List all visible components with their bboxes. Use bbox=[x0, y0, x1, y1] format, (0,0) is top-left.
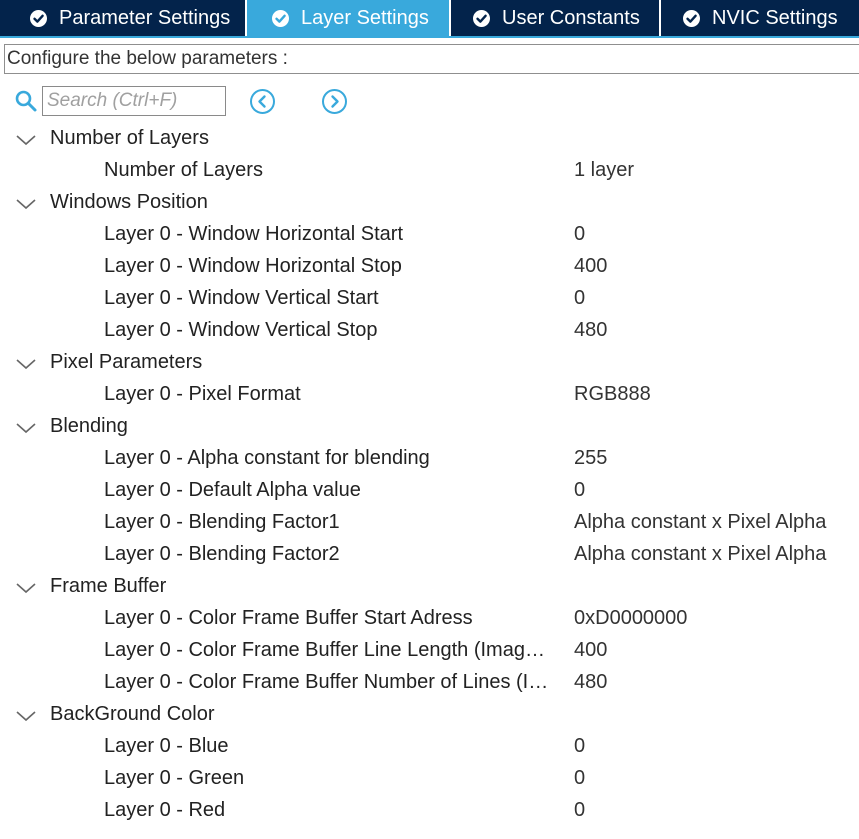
param-value[interactable]: 480 bbox=[574, 671, 607, 694]
check-circle-icon bbox=[473, 9, 490, 27]
param-row[interactable]: Layer 0 - Window Vertical Stop 480 bbox=[0, 315, 859, 347]
group-background-color[interactable]: BackGround Color bbox=[0, 699, 859, 731]
param-row[interactable]: Layer 0 - Red 0 bbox=[0, 795, 859, 827]
tab-layer-settings[interactable]: Layer Settings bbox=[247, 0, 449, 36]
param-value[interactable]: 1 layer bbox=[574, 159, 634, 182]
param-value[interactable]: 0 bbox=[574, 223, 585, 246]
group-pixel-parameters[interactable]: Pixel Parameters bbox=[0, 347, 859, 379]
chevron-down-icon[interactable] bbox=[15, 134, 37, 146]
param-value[interactable]: 0 bbox=[574, 479, 585, 502]
param-row[interactable]: Layer 0 - Alpha constant for blending 25… bbox=[0, 443, 859, 475]
param-row[interactable]: Layer 0 - Color Frame Buffer Line Length… bbox=[0, 635, 859, 667]
param-name: Layer 0 - Window Horizontal Start bbox=[104, 223, 404, 245]
param-name: Layer 0 - Window Vertical Stop bbox=[104, 319, 378, 341]
group-blending[interactable]: Blending bbox=[0, 411, 859, 443]
group-label: Windows Position bbox=[50, 191, 208, 213]
param-row[interactable]: Layer 0 - Color Frame Buffer Number of L… bbox=[0, 667, 859, 699]
config-header: Configure the below parameters : bbox=[4, 44, 859, 74]
param-row[interactable]: Layer 0 - Window Vertical Start 0 bbox=[0, 283, 859, 315]
tab-label: Parameter Settings bbox=[59, 6, 231, 29]
param-name: Layer 0 - Default Alpha value bbox=[104, 479, 361, 501]
group-label: Pixel Parameters bbox=[50, 351, 203, 373]
param-name: Layer 0 - Blending Factor1 bbox=[104, 511, 340, 533]
param-name: Layer 0 - Pixel Format bbox=[104, 383, 301, 405]
param-name: Layer 0 - Color Frame Buffer Number of L… bbox=[104, 671, 549, 693]
param-value[interactable]: 0 bbox=[574, 767, 585, 790]
param-row[interactable]: Layer 0 - Window Horizontal Stop 400 bbox=[0, 251, 859, 283]
param-value[interactable]: 255 bbox=[574, 447, 607, 470]
param-name: Layer 0 - Alpha constant for blending bbox=[104, 447, 430, 469]
chevron-down-icon[interactable] bbox=[15, 198, 37, 210]
chevron-down-icon[interactable] bbox=[15, 710, 37, 722]
tab-bar: Parameter Settings Layer Settings User C… bbox=[0, 0, 859, 38]
check-circle-icon bbox=[683, 9, 700, 27]
param-value[interactable]: 0xD0000000 bbox=[574, 607, 687, 630]
param-value[interactable]: 400 bbox=[574, 639, 607, 662]
tab-underline bbox=[0, 36, 859, 38]
group-label: Blending bbox=[50, 415, 128, 437]
tab-user-constants[interactable]: User Constants bbox=[451, 0, 659, 36]
param-row[interactable]: Layer 0 - Blending Factor1 Alpha constan… bbox=[0, 507, 859, 539]
param-name: Layer 0 - Window Vertical Start bbox=[104, 287, 379, 309]
param-name: Layer 0 - Color Frame Buffer Start Adres… bbox=[104, 607, 473, 629]
param-name: Layer 0 - Blue bbox=[104, 735, 229, 757]
check-circle-icon bbox=[30, 9, 47, 27]
chevron-down-icon[interactable] bbox=[15, 582, 37, 594]
param-row[interactable]: Layer 0 - Blue 0 bbox=[0, 731, 859, 763]
param-row[interactable]: Layer 0 - Window Horizontal Start 0 bbox=[0, 219, 859, 251]
param-value[interactable]: 480 bbox=[574, 319, 607, 342]
tab-parameter-settings[interactable]: Parameter Settings bbox=[0, 0, 245, 36]
parameter-tree: Number of Layers Number of Layers 1 laye… bbox=[0, 123, 859, 827]
group-number-of-layers[interactable]: Number of Layers bbox=[0, 123, 859, 155]
tab-label: Layer Settings bbox=[301, 6, 429, 29]
param-row[interactable]: Layer 0 - Color Frame Buffer Start Adres… bbox=[0, 603, 859, 635]
param-value[interactable]: 400 bbox=[574, 255, 607, 278]
param-row[interactable]: Layer 0 - Green 0 bbox=[0, 763, 859, 795]
param-name: Layer 0 - Blending Factor2 bbox=[104, 543, 340, 565]
chevron-left-circle-icon[interactable] bbox=[249, 88, 276, 115]
param-value[interactable]: 0 bbox=[574, 799, 585, 822]
param-value[interactable]: Alpha constant x Pixel Alpha bbox=[574, 511, 826, 534]
chevron-right-circle-icon[interactable] bbox=[321, 88, 348, 115]
param-value[interactable]: RGB888 bbox=[574, 383, 651, 406]
param-row[interactable]: Number of Layers 1 layer bbox=[0, 155, 859, 187]
param-name: Layer 0 - Window Horizontal Stop bbox=[104, 255, 402, 277]
param-row[interactable]: Layer 0 - Pixel Format RGB888 bbox=[0, 379, 859, 411]
param-name: Layer 0 - Red bbox=[104, 799, 226, 821]
group-label: Number of Layers bbox=[50, 127, 209, 149]
param-name: Layer 0 - Green bbox=[104, 767, 245, 789]
tab-label: NVIC Settings bbox=[712, 6, 838, 29]
param-value[interactable]: 0 bbox=[574, 735, 585, 758]
param-name: Layer 0 - Color Frame Buffer Line Length… bbox=[104, 639, 549, 661]
group-windows-position[interactable]: Windows Position bbox=[0, 187, 859, 219]
group-label: Frame Buffer bbox=[50, 575, 167, 597]
search-icon[interactable] bbox=[14, 89, 38, 113]
check-circle-icon bbox=[272, 9, 289, 27]
tab-label: User Constants bbox=[502, 6, 640, 29]
param-name: Number of Layers bbox=[104, 159, 263, 181]
group-frame-buffer[interactable]: Frame Buffer bbox=[0, 571, 859, 603]
param-value[interactable]: 0 bbox=[574, 287, 585, 310]
group-label: BackGround Color bbox=[50, 703, 215, 725]
param-value[interactable]: Alpha constant x Pixel Alpha bbox=[574, 543, 826, 566]
param-row[interactable]: Layer 0 - Default Alpha value 0 bbox=[0, 475, 859, 507]
chevron-down-icon[interactable] bbox=[15, 422, 37, 434]
param-row[interactable]: Layer 0 - Blending Factor2 Alpha constan… bbox=[0, 539, 859, 571]
search-input[interactable] bbox=[42, 86, 226, 116]
tab-nvic-settings[interactable]: NVIC Settings bbox=[661, 0, 859, 36]
chevron-down-icon[interactable] bbox=[15, 358, 37, 370]
